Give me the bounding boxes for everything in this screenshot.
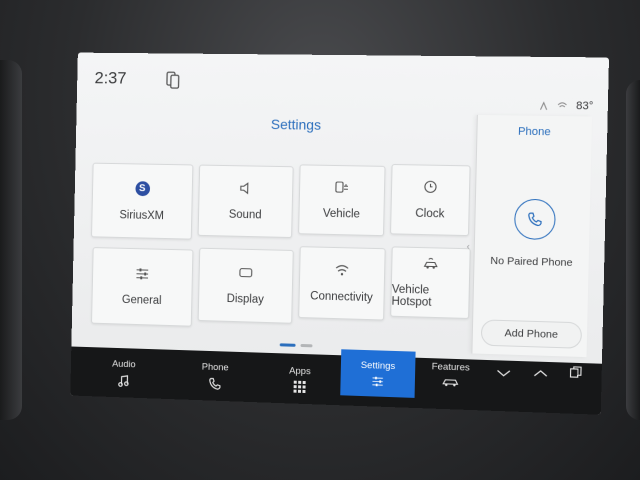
apps-grid-icon <box>293 380 306 393</box>
page-indicator-active <box>279 343 296 347</box>
sliders-icon <box>370 375 384 388</box>
panel-collapse-handle[interactable]: ‹ <box>467 241 470 251</box>
nav-multi-screen[interactable] <box>558 346 594 398</box>
tile-label: Connectivity <box>310 290 373 305</box>
car-features-icon <box>442 376 458 387</box>
nav-audio[interactable]: Audio <box>80 347 168 399</box>
tile-label: Sound <box>228 208 262 222</box>
tile-label: Clock <box>415 207 445 221</box>
nav-label: Features <box>431 360 470 374</box>
status-bar: 2:37 83° <box>77 53 609 112</box>
nav-chevron-down[interactable] <box>486 348 522 400</box>
phone-icon <box>208 376 222 390</box>
phone-projection-icon[interactable] <box>166 71 180 89</box>
nav-label: Phone <box>201 361 229 373</box>
page-title: Settings <box>270 116 322 133</box>
phone-call-button[interactable] <box>513 198 556 241</box>
phone-panel-title: Phone <box>517 125 551 139</box>
wifi-icon <box>557 101 568 111</box>
left-air-vent <box>0 60 22 420</box>
tile-label: Display <box>226 293 264 306</box>
status-indicators: 83° <box>539 99 594 113</box>
right-air-vent <box>626 80 640 420</box>
add-phone-button[interactable]: Add Phone <box>480 319 583 349</box>
tile-clock[interactable]: Clock <box>390 163 471 237</box>
page-indicator[interactable] <box>300 343 313 348</box>
tile-label: SiriusXM <box>119 208 165 222</box>
phone-icon <box>526 211 543 228</box>
music-note-icon <box>117 373 131 387</box>
clock-icon <box>422 180 439 194</box>
tile-connectivity[interactable]: Connectivity <box>298 246 386 321</box>
tile-label: Vehicle Hotspot <box>391 283 432 309</box>
tile-display[interactable]: Display <box>197 247 294 324</box>
tile-vehicle-hotspot[interactable]: Vehicle Hotspot <box>390 246 471 319</box>
speaker-icon <box>238 181 254 195</box>
nav-settings[interactable]: Settings <box>340 349 416 398</box>
nav-features[interactable]: Features <box>417 348 485 401</box>
tile-vehicle[interactable]: Vehicle <box>298 164 386 237</box>
infotainment-screen: 2:37 83° Settings S SiriusXM Sound Vehic… <box>70 52 609 415</box>
phone-panel: Phone No Paired Phone Add Phone <box>471 114 593 358</box>
nav-chevron-up[interactable] <box>523 347 559 399</box>
nav-label: Apps <box>289 365 311 377</box>
signal-icon <box>539 101 550 111</box>
tile-label: Vehicle <box>322 207 361 221</box>
nav-label: Audio <box>112 358 136 370</box>
tile-general[interactable]: General <box>91 247 194 327</box>
chevron-down-icon <box>496 369 511 378</box>
display-icon <box>238 266 254 280</box>
chevron-up-icon <box>533 369 548 378</box>
nav-apps[interactable]: Apps <box>261 353 340 406</box>
tile-sound[interactable]: Sound <box>197 164 294 239</box>
tile-label: General <box>121 294 162 307</box>
wifi-icon <box>335 265 349 276</box>
tile-siriusxm[interactable]: S SiriusXM <box>91 162 194 240</box>
siriusxm-logo-icon: S <box>134 180 150 196</box>
status-clock: 2:37 <box>94 68 127 88</box>
outside-temperature: 83° <box>575 99 594 113</box>
sliders-icon <box>134 267 150 281</box>
multi-screen-icon <box>569 366 582 379</box>
car-hotspot-icon <box>423 256 440 271</box>
nav-phone[interactable]: Phone <box>171 350 260 403</box>
phone-status-text: No Paired Phone <box>490 254 573 270</box>
nav-label: Settings <box>360 359 396 372</box>
vehicle-settings-icon <box>335 181 348 193</box>
